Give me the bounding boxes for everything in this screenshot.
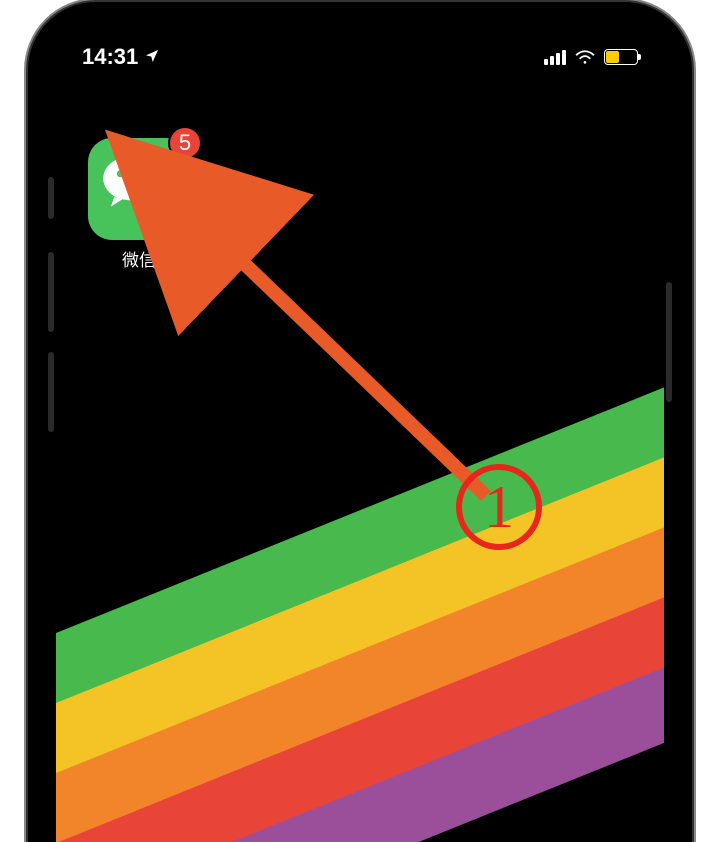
annotation-marker-label: 1: [484, 477, 514, 537]
wechat-icon: [100, 152, 178, 227]
volume-up-button[interactable]: [48, 252, 54, 332]
cellular-signal-icon: [544, 49, 566, 65]
notch: [230, 26, 490, 66]
app-label-wechat: 微信: [88, 246, 190, 271]
screen: 14:31: [56, 26, 664, 842]
notification-badge: 5: [168, 126, 202, 160]
annotation-marker: 1: [456, 464, 542, 550]
status-time: 14:31: [82, 44, 138, 70]
app-wechat[interactable]: 5: [88, 138, 190, 240]
phone-frame: 14:31: [28, 2, 692, 842]
battery-fill: [606, 51, 619, 63]
wifi-icon: [574, 49, 596, 65]
battery-icon: [604, 49, 638, 65]
location-arrow-icon: [144, 44, 160, 70]
power-button[interactable]: [666, 282, 672, 402]
volume-down-button[interactable]: [48, 352, 54, 432]
mute-switch[interactable]: [48, 177, 54, 219]
